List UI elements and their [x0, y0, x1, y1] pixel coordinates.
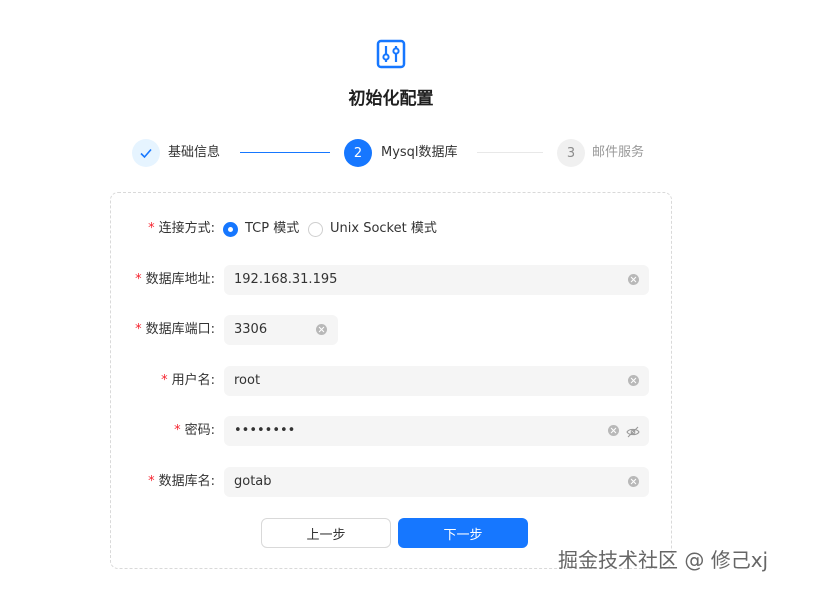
db-name-input[interactable]: gotab	[224, 467, 649, 497]
next-step-button[interactable]: 下一步	[398, 518, 528, 548]
step-3-label: 邮件服务	[592, 145, 645, 160]
step-3-circle: 3	[557, 139, 585, 167]
step-2-label: Mysql数据库	[381, 145, 458, 160]
clear-icon[interactable]	[628, 476, 639, 487]
db-host-input[interactable]: 192.168.31.195	[224, 265, 649, 295]
step-connector-2	[477, 152, 543, 153]
db-host-value: 192.168.31.195	[234, 272, 338, 287]
eye-invisible-icon[interactable]	[626, 424, 640, 438]
db-port-input[interactable]: 3306	[224, 315, 338, 345]
clear-icon[interactable]	[628, 274, 639, 285]
config-sliders-icon	[375, 38, 407, 70]
connection-mode-label: * 连接方式:	[148, 221, 215, 236]
db-port-label: * 数据库端口:	[135, 322, 215, 337]
password-label: * 密码:	[174, 423, 215, 438]
prev-step-button[interactable]: 上一步	[261, 518, 391, 548]
unix-socket-mode-radio[interactable]: Unix Socket 模式	[308, 221, 437, 237]
watermark: 掘金技术社区 @ 修己xj	[558, 548, 769, 572]
username-label: * 用户名:	[161, 373, 215, 388]
username-value: root	[234, 373, 261, 388]
username-input[interactable]: root	[224, 366, 649, 396]
db-port-value: 3306	[234, 322, 268, 337]
unix-socket-mode-label: Unix Socket 模式	[330, 221, 437, 236]
step-1-label: 基础信息	[168, 145, 221, 160]
db-host-label: * 数据库地址:	[135, 272, 215, 287]
clear-icon[interactable]	[316, 324, 327, 335]
radio-checked-icon	[223, 221, 238, 237]
password-value: ••••••••	[234, 423, 296, 438]
step-2-number: 2	[353, 145, 363, 161]
clear-icon[interactable]	[628, 375, 639, 386]
tcp-mode-radio[interactable]: TCP 模式	[223, 221, 299, 237]
clear-icon[interactable]	[608, 425, 619, 436]
db-name-value: gotab	[234, 474, 272, 489]
db-name-label: * 数据库名:	[148, 474, 215, 489]
radio-unchecked-icon	[308, 221, 323, 237]
tcp-mode-label: TCP 模式	[245, 221, 300, 236]
page-title: 初始化配置	[348, 89, 434, 109]
password-input[interactable]: ••••••••	[224, 416, 649, 446]
step-3-number: 3	[566, 145, 576, 161]
step-connector-1	[240, 152, 330, 153]
step-2-circle: 2	[344, 139, 372, 167]
check-icon	[140, 148, 152, 159]
step-1-circle	[132, 139, 160, 167]
